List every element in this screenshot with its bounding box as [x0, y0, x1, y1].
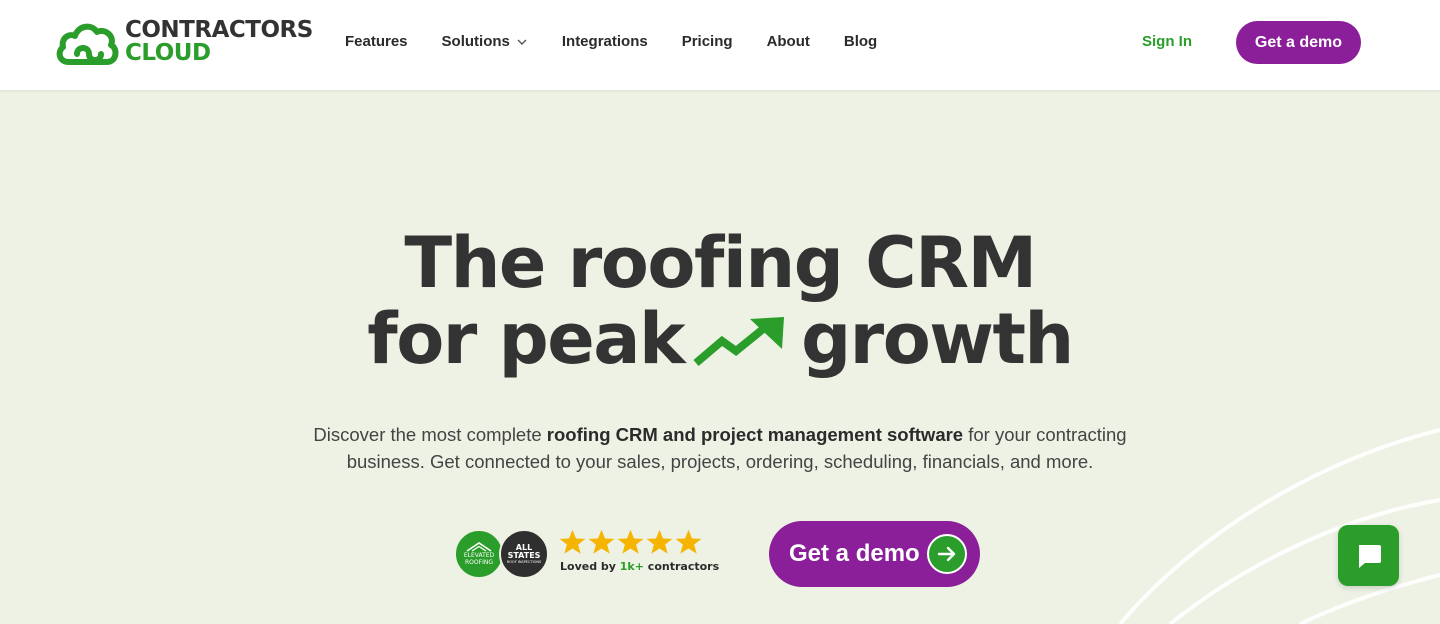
hero-title-line2: for peak growth: [0, 301, 1440, 377]
nav-integrations[interactable]: Integrations: [562, 33, 648, 50]
all-states-badge: ALL STATES ROOF INSPECTIONS: [499, 529, 549, 579]
contractors-cloud-logo[interactable]: CONTRACTORS CLOUD: [55, 18, 313, 66]
nav-solutions[interactable]: Solutions: [442, 33, 528, 50]
nav-about[interactable]: About: [767, 33, 810, 50]
nav-pricing-label: Pricing: [681, 33, 733, 50]
all-states-badge-line3: ROOF INSPECTIONS: [506, 559, 542, 564]
customer-badges: ELEVATED ROOFING ALL STATES ROOF INSPECT…: [454, 529, 554, 579]
nav-about-label: About: [766, 33, 810, 50]
hero-subtitle: Discover the most complete roofing CRM a…: [300, 421, 1140, 475]
chat-bubble-icon: [1358, 544, 1381, 568]
main-nav: Features Solutions Integrations Pricing …: [345, 33, 877, 50]
hero-title: The roofing CRM for peak growth: [0, 225, 1440, 377]
star-icon: [617, 529, 644, 554]
logo-wordmark-line2: CLOUD: [125, 40, 211, 66]
hero-title-line1: The roofing CRM: [404, 222, 1037, 304]
chat-widget-button[interactable]: [1338, 525, 1399, 586]
rating-stars: [558, 528, 703, 556]
hero-get-demo-label: Get a demo: [789, 540, 920, 567]
arrow-right-icon: [927, 534, 967, 574]
hero-get-demo-button[interactable]: Get a demo: [769, 521, 980, 587]
star-icon: [588, 529, 615, 554]
star-icon: [646, 529, 673, 554]
elevated-roofing-badge-line1: ELEVATED: [463, 552, 495, 559]
elevated-roofing-badge: ELEVATED ROOFING: [454, 529, 504, 579]
nav-features[interactable]: Features: [345, 33, 408, 50]
hero-subtitle-bold: roofing CRM and project management softw…: [546, 424, 964, 445]
chevron-down-icon: [517, 39, 527, 45]
star-icon: [559, 529, 586, 554]
loved-by-text: Loved by 1k+ contractors: [560, 560, 719, 573]
trending-up-arrow-icon: [693, 317, 785, 367]
site-header: CONTRACTORS CLOUD Features Solutions Int…: [0, 0, 1440, 90]
all-states-badge-line2: STATES: [507, 550, 541, 560]
loved-by-prefix: Loved by: [560, 560, 620, 573]
nav-blog-label: Blog: [843, 33, 878, 50]
nav-features-label: Features: [345, 33, 408, 50]
logo-wordmark-line1: CONTRACTORS: [125, 17, 313, 43]
nav-blog[interactable]: Blog: [844, 33, 877, 50]
nav-integrations-label: Integrations: [561, 33, 648, 50]
hero-title-line2-part2: growth: [801, 298, 1074, 380]
star-icon: [675, 529, 702, 554]
loved-by-count: 1k+: [619, 560, 644, 573]
nav-solutions-label: Solutions: [441, 33, 510, 50]
roof-icon: [466, 542, 492, 552]
decorative-curves: [1118, 428, 1440, 624]
loved-by-suffix: contractors: [643, 560, 720, 573]
header-get-demo-button[interactable]: Get a demo: [1236, 21, 1361, 64]
hero-subtitle-part1: Discover the most complete: [313, 424, 547, 445]
sign-in-link[interactable]: Sign In: [1142, 33, 1192, 50]
hero-title-line2-part1: for peak: [367, 298, 685, 380]
cloud-logo-icon: [56, 23, 119, 65]
nav-pricing[interactable]: Pricing: [682, 33, 733, 50]
elevated-roofing-badge-line2: ROOFING: [465, 559, 493, 566]
